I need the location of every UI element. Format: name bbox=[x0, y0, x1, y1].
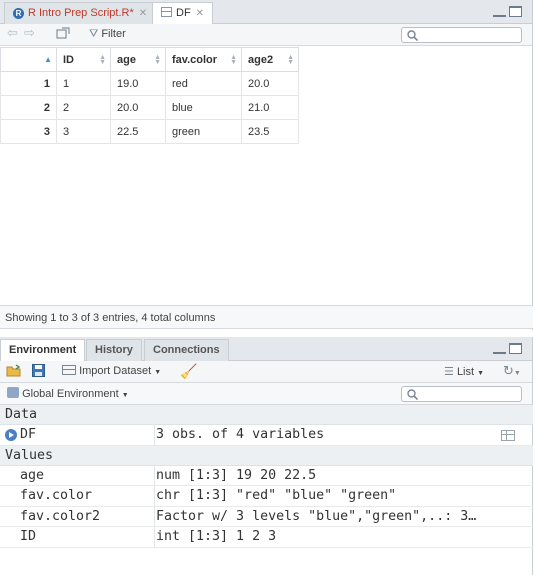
sort-icon: ▲ ▼ bbox=[154, 54, 161, 66]
import-icon bbox=[62, 365, 76, 375]
env-value-row[interactable]: ID int [1:3] 1 2 3 bbox=[0, 527, 533, 548]
tab-df[interactable]: DF ✕ bbox=[152, 2, 214, 25]
close-icon[interactable]: ✕ bbox=[139, 8, 147, 19]
sort-icon: ▲ ▼ bbox=[99, 54, 106, 66]
table-row: 1 1 19.0 red 20.0 bbox=[0, 71, 299, 96]
env-item-name: DF bbox=[20, 427, 37, 442]
env-item-value: Factor w/ 3 levels "blue","green",..: 3… bbox=[154, 506, 517, 527]
tab-environment[interactable]: Environment bbox=[0, 339, 86, 362]
env-item-name: fav.color bbox=[20, 488, 93, 503]
table-row: 2 2 20.0 blue 21.0 bbox=[0, 95, 299, 120]
search-icon bbox=[407, 30, 418, 41]
tab-df-label: DF bbox=[176, 7, 191, 19]
cell-age: 20.0 bbox=[110, 95, 166, 120]
sort-icon: ▲ ▼ bbox=[230, 54, 237, 66]
save-icon[interactable] bbox=[32, 364, 45, 380]
import-dataset-label: Import Dataset bbox=[79, 365, 152, 377]
column-header-age[interactable]: age ▲ ▼ bbox=[110, 47, 166, 72]
env-item-name: ID bbox=[20, 529, 37, 544]
cell-age: 22.5 bbox=[110, 119, 166, 144]
cell-fav-color: red bbox=[165, 71, 242, 96]
row-number: 3 bbox=[0, 119, 57, 144]
values-section-header: Values bbox=[0, 445, 533, 466]
cell-age: 19.0 bbox=[110, 71, 166, 96]
back-arrow-icon[interactable]: ⇦ bbox=[7, 25, 18, 41]
maximize-icon[interactable] bbox=[509, 6, 522, 17]
table-row: 3 3 22.5 green 23.5 bbox=[0, 119, 299, 144]
env-toolbar: Import Dataset ▼ 🧹 ☰ List ▼ ↻▼ bbox=[0, 361, 532, 383]
search-input[interactable] bbox=[401, 27, 522, 43]
minimize-icon[interactable] bbox=[493, 6, 506, 17]
expand-icon[interactable] bbox=[5, 429, 17, 441]
row-number: 1 bbox=[0, 71, 57, 96]
maximize-icon[interactable] bbox=[509, 343, 522, 354]
cell-age2: 23.5 bbox=[241, 119, 299, 144]
filter-button[interactable]: ⛛ Filter bbox=[89, 28, 126, 41]
row-number: 2 bbox=[0, 95, 57, 120]
tab-connections[interactable]: Connections bbox=[144, 339, 229, 361]
open-folder-icon[interactable] bbox=[6, 364, 22, 380]
tab-r-script[interactable]: R R Intro Prep Script.R* ✕ bbox=[4, 2, 157, 24]
column-header-id[interactable]: ID ▲ ▼ bbox=[56, 47, 111, 72]
refresh-icon[interactable]: ↻▼ bbox=[503, 363, 521, 379]
env-item-value: num [1:3] 19 20 22.5 bbox=[154, 465, 517, 486]
tab-r-script-label: R Intro Prep Script.R* bbox=[28, 7, 134, 19]
tab-history[interactable]: History bbox=[86, 339, 142, 361]
search-icon bbox=[407, 389, 418, 400]
env-data-row-df[interactable]: DF 3 obs. of 4 variables bbox=[0, 425, 533, 446]
env-value-row[interactable]: fav.color2 Factor w/ 3 levels "blue","gr… bbox=[0, 506, 533, 527]
env-item-value: 3 obs. of 4 variables bbox=[154, 425, 517, 446]
environment-list: Data DF 3 obs. of 4 variables Values age… bbox=[0, 405, 533, 548]
view-mode-dropdown[interactable]: ☰ List ▼ bbox=[444, 365, 484, 378]
cell-id: 3 bbox=[56, 119, 111, 144]
column-header-fav-color[interactable]: fav.color ▲ ▼ bbox=[165, 47, 242, 72]
table-header-row: ▲ ID ▲ ▼ age ▲ ▼ fav.color ▲ ▼ age2 ▲ ▼ bbox=[0, 47, 299, 72]
broom-icon[interactable]: 🧹 bbox=[180, 363, 197, 380]
cell-id: 1 bbox=[56, 71, 111, 96]
forward-arrow-icon[interactable]: ⇨ bbox=[24, 25, 35, 41]
view-mode-label: List bbox=[456, 366, 475, 378]
rownum-header[interactable]: ▲ bbox=[0, 47, 57, 72]
r-file-icon: R bbox=[13, 8, 24, 19]
env-item-name: age bbox=[20, 467, 45, 483]
environment-scope-dropdown[interactable]: Global Environment ▼ bbox=[7, 387, 129, 400]
cell-age2: 21.0 bbox=[241, 95, 299, 120]
popout-icon[interactable] bbox=[56, 27, 70, 43]
data-viewer-toolbar: ⇦ ⇨ ⛛ Filter bbox=[0, 24, 532, 46]
list-icon: ☰ bbox=[444, 366, 454, 378]
env-value-row[interactable]: fav.color chr [1:3] "red" "blue" "green" bbox=[0, 486, 533, 507]
column-header-age2[interactable]: age2 ▲ ▼ bbox=[241, 47, 299, 72]
env-item-value: chr [1:3] "red" "blue" "green" bbox=[154, 486, 517, 507]
table-icon bbox=[161, 7, 172, 17]
table-status-bar: Showing 1 to 3 of 3 entries, 4 total col… bbox=[0, 305, 533, 329]
filter-label: Filter bbox=[101, 28, 126, 40]
data-section-header: Data bbox=[0, 405, 533, 425]
data-viewer-pane: R R Intro Prep Script.R* ✕ DF ✕ ⇦ ⇨ ⛛ Filte… bbox=[0, 0, 533, 330]
import-dataset-button[interactable]: Import Dataset ▼ bbox=[62, 365, 161, 377]
filter-icon: ⛛ bbox=[89, 28, 99, 40]
chevron-down-icon: ▼ bbox=[154, 369, 162, 376]
cell-fav-color: blue bbox=[165, 95, 242, 120]
cell-age2: 20.0 bbox=[241, 71, 299, 96]
source-tabbar: R R Intro Prep Script.R* ✕ DF ✕ bbox=[0, 0, 532, 25]
chevron-down-icon: ▼ bbox=[121, 392, 129, 399]
sort-icon: ▲ ▼ bbox=[287, 54, 294, 66]
env-tabbar: Environment History Connections bbox=[0, 337, 532, 362]
env-item-name: fav.color2 bbox=[20, 508, 101, 524]
scope-bar: Global Environment ▼ bbox=[0, 383, 532, 405]
env-value-row[interactable]: age num [1:3] 19 20 22.5 bbox=[0, 465, 533, 486]
chevron-down-icon: ▼ bbox=[477, 370, 485, 377]
cell-fav-color: green bbox=[165, 119, 242, 144]
env-search-input[interactable] bbox=[401, 386, 522, 402]
view-table-icon[interactable] bbox=[501, 430, 515, 441]
cell-id: 2 bbox=[56, 95, 111, 120]
minimize-icon[interactable] bbox=[493, 343, 506, 354]
close-icon[interactable]: ✕ bbox=[196, 8, 204, 19]
window-controls bbox=[493, 343, 522, 354]
scope-label: Global Environment bbox=[22, 388, 119, 400]
data-table: ▲ ID ▲ ▼ age ▲ ▼ fav.color ▲ ▼ age2 ▲ ▼ 1 1 19.0… bbox=[0, 47, 299, 144]
window-controls bbox=[493, 6, 522, 17]
scope-icon bbox=[7, 387, 19, 398]
env-item-value: int [1:3] 1 2 3 bbox=[154, 527, 517, 548]
